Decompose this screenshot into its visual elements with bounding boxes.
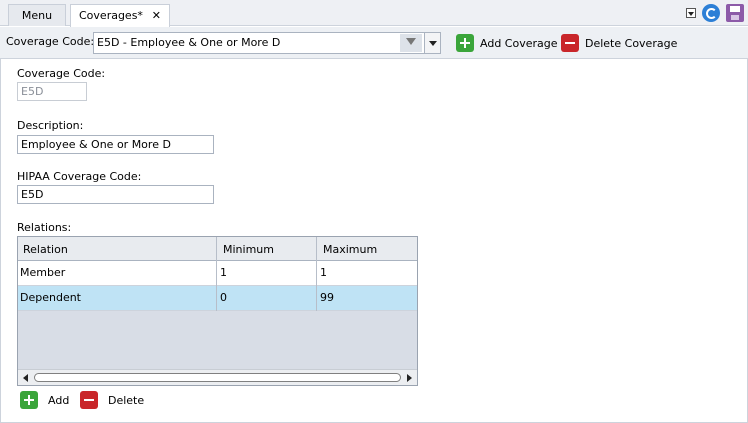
delete-icon [561, 34, 579, 52]
relations-label: Relations: [17, 221, 72, 234]
cell-relation: Dependent [20, 291, 81, 304]
chevron-down-icon[interactable] [424, 33, 440, 53]
frame-border [0, 59, 1, 423]
add-icon [456, 34, 474, 52]
column-header-maximum[interactable]: Maximum [323, 243, 377, 256]
hipaa-coverage-code-value: E5D [21, 188, 44, 201]
scroll-right-icon[interactable] [407, 374, 412, 382]
filter-icon[interactable] [400, 34, 422, 52]
dropdown-icon[interactable] [686, 8, 696, 18]
horizontal-scrollbar[interactable] [18, 369, 417, 385]
description-field[interactable]: Employee & One or More D [17, 135, 214, 154]
add-relation-label: Add [48, 393, 70, 407]
add-relation-button[interactable]: Add [20, 391, 69, 409]
save-icon[interactable] [726, 4, 744, 22]
table-row[interactable]: Member 1 1 [18, 261, 417, 286]
column-header-relation[interactable]: Relation [23, 243, 68, 256]
coverage-code-combo-value: E5D - Employee & One or More D [97, 36, 281, 49]
add-icon [20, 391, 38, 409]
tab-menu[interactable]: Menu [8, 4, 66, 26]
column-header-minimum[interactable]: Minimum [223, 243, 274, 256]
cell-relation: Member [20, 266, 66, 279]
delete-relation-button[interactable]: Delete [80, 391, 144, 409]
hipaa-coverage-code-field[interactable]: E5D [17, 185, 214, 204]
add-coverage-button[interactable]: Add Coverage [456, 34, 558, 52]
column-divider [216, 237, 217, 311]
tab-coverages-label: Coverages* [79, 9, 143, 22]
table-row-selected[interactable]: Dependent 0 99 [18, 286, 417, 311]
delete-coverage-label: Delete Coverage [585, 36, 678, 50]
relations-grid: Relation Minimum Maximum Member 1 1 Depe… [17, 236, 418, 386]
cell-minimum: 1 [220, 266, 227, 279]
refresh-icon[interactable] [702, 4, 720, 22]
tab-bar: Menu Coverages* ✕ [0, 0, 748, 27]
cell-maximum: 1 [320, 266, 327, 279]
coverage-code-field: E5D [17, 82, 87, 101]
tab-menu-label: Menu [21, 9, 53, 22]
delete-icon [80, 391, 98, 409]
description-label: Description: [17, 119, 84, 132]
grid-header: Relation Minimum Maximum [18, 237, 417, 261]
hipaa-coverage-code-label: HIPAA Coverage Code: [17, 170, 142, 183]
description-value: Employee & One or More D [21, 138, 171, 151]
delete-relation-label: Delete [108, 393, 145, 407]
cell-maximum: 99 [320, 291, 334, 304]
scroll-left-icon[interactable] [23, 374, 28, 382]
coverage-code-toolbar-label: Coverage Code: [6, 35, 95, 48]
coverage-code-value: E5D [21, 85, 44, 98]
cell-minimum: 0 [220, 291, 227, 304]
coverage-code-label: Coverage Code: [17, 67, 106, 80]
window-tools [686, 3, 744, 23]
coverage-toolbar: Coverage Code: E5D - Employee & One or M… [0, 27, 748, 59]
column-divider [316, 237, 317, 311]
delete-coverage-button[interactable]: Delete Coverage [561, 34, 677, 52]
add-coverage-label: Add Coverage [480, 36, 558, 50]
close-icon[interactable]: ✕ [152, 5, 161, 26]
scroll-thumb[interactable] [34, 373, 401, 382]
tab-coverages[interactable]: Coverages* ✕ [70, 4, 170, 27]
coverage-code-combo[interactable]: E5D - Employee & One or More D [93, 32, 441, 54]
